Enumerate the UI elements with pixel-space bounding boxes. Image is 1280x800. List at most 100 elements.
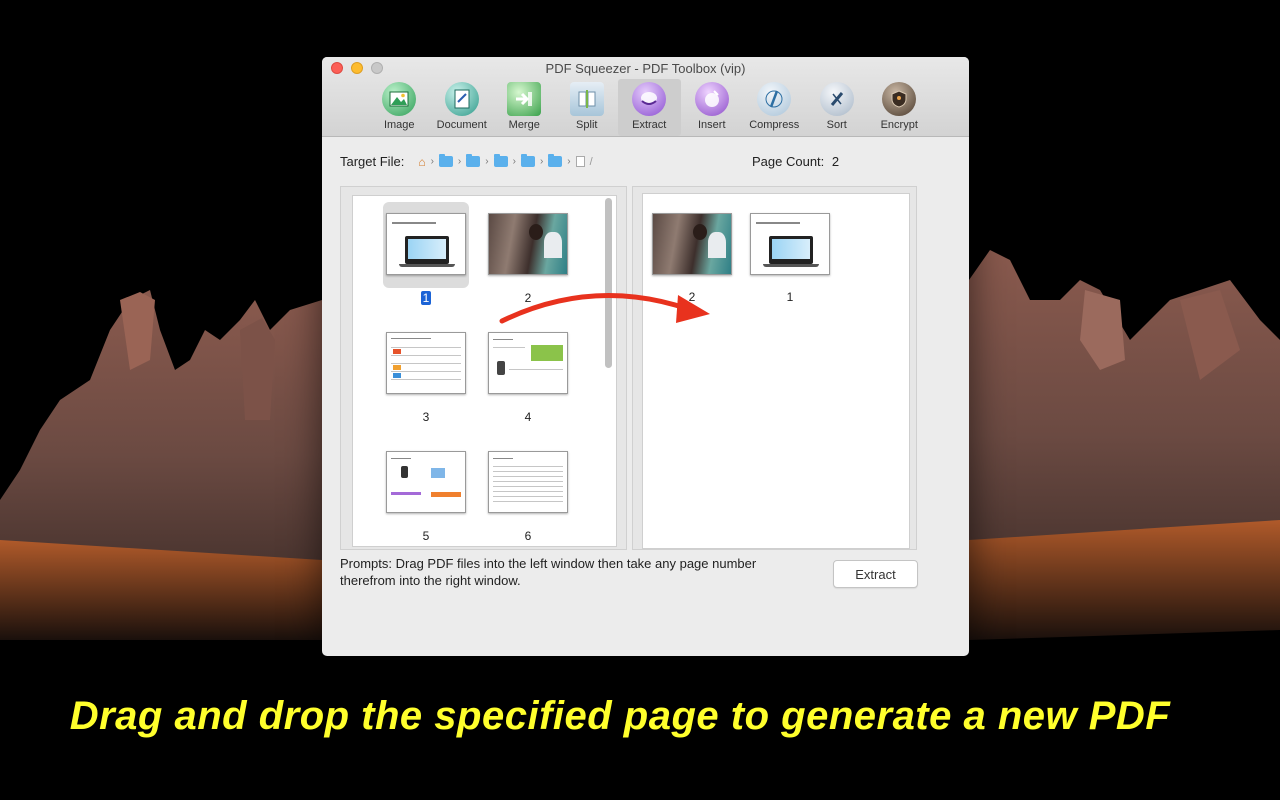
- thumb-purple-bar: [391, 492, 421, 495]
- insert-tool-icon: [694, 82, 729, 116]
- sort-tool-icon: [819, 82, 854, 116]
- thumb-row: [493, 476, 563, 477]
- laptop-base: [399, 264, 455, 267]
- thumb-row: [391, 379, 461, 380]
- source-pages-grid[interactable]: 1 2 3 4 5 6: [352, 195, 617, 547]
- thumb-row: [493, 486, 563, 487]
- thumb-row: [493, 466, 563, 467]
- toolbar-image-button[interactable]: Image: [368, 79, 431, 136]
- source-page-thumb-2[interactable]: [488, 213, 568, 275]
- file-icon[interactable]: [575, 156, 585, 167]
- thumb-chip: [393, 373, 401, 378]
- thumb-photo: [653, 214, 731, 274]
- path-separator: ›: [430, 156, 434, 167]
- extracted-page-thumb-2[interactable]: [652, 213, 732, 275]
- source-pages-scrollbar[interactable]: [605, 198, 612, 368]
- thumb-phone: [497, 361, 505, 375]
- thumb-orange-bar: [431, 492, 461, 497]
- target-file-path[interactable]: ⌂ › › › › › › /: [418, 154, 593, 169]
- extracted-page-thumb-1[interactable]: [750, 213, 830, 275]
- folder-icon[interactable]: [548, 154, 563, 167]
- thumb-heading: [756, 222, 800, 224]
- toolbar-insert-button[interactable]: Insert: [681, 79, 744, 136]
- target-file-label: Target File:: [340, 154, 405, 169]
- promo-caption: Drag and drop the specified page to gene…: [69, 694, 1171, 738]
- target-file-row: Target File: ⌂ › › › › › › /: [340, 154, 593, 169]
- page-count-value: 2: [831, 154, 840, 169]
- home-icon[interactable]: ⌂: [418, 155, 425, 169]
- source-page-thumb-1[interactable]: [386, 213, 466, 275]
- folder-icon[interactable]: [520, 154, 535, 167]
- toolbar-document-label: Document: [436, 119, 487, 131]
- thumb-chip: [393, 349, 401, 354]
- thumb-row: [509, 369, 563, 370]
- toolbar-insert-label: Insert: [697, 119, 726, 131]
- image-tool-icon: [382, 82, 417, 116]
- thumb-row: [493, 347, 525, 348]
- encrypt-tool-icon: [882, 82, 917, 116]
- source-page-number-6: 6: [524, 529, 532, 543]
- toolbar-encrypt-label: Encrypt: [880, 119, 918, 131]
- thumb-row: [493, 491, 563, 492]
- thumb-heading: [391, 458, 411, 459]
- source-page-number-5: 5: [422, 529, 430, 543]
- folder-icon[interactable]: [493, 154, 508, 167]
- thumb-row: [391, 355, 461, 356]
- source-pages-panel[interactable]: 1 2 3 4 5 6: [340, 186, 627, 550]
- laptop-illustration: [405, 236, 449, 264]
- thumb-phone: [401, 466, 408, 478]
- page-count-label: Page Count:: [752, 154, 825, 169]
- extracted-pages-panel[interactable]: 2 1: [632, 186, 917, 550]
- path-trailing-slash: /: [589, 155, 593, 168]
- extract-button[interactable]: Extract: [833, 560, 918, 588]
- path-separator: ›: [512, 156, 516, 167]
- toolbar-compress-label: Compress: [749, 119, 800, 131]
- toolbar-encrypt-button[interactable]: Encrypt: [868, 79, 931, 136]
- thumb-green-block: [531, 345, 563, 361]
- source-page-thumb-3[interactable]: [386, 332, 466, 394]
- toolbar-extract-button[interactable]: Extract: [618, 79, 681, 136]
- toolbar-split-button[interactable]: Split: [556, 79, 619, 136]
- thumb-row: [493, 496, 563, 497]
- drag-arrow-icon: [499, 293, 710, 324]
- thumb-chip: [393, 365, 401, 370]
- prompt-text: Prompts: Drag PDF files into the left wi…: [340, 556, 757, 588]
- toolbar-sort-button[interactable]: Sort: [806, 79, 869, 136]
- toolbar-merge-button[interactable]: Merge: [493, 79, 556, 136]
- page-count: Page Count: 2: [752, 154, 839, 169]
- compress-tool-icon: [757, 82, 792, 116]
- toolbar-compress-button[interactable]: Compress: [743, 79, 806, 136]
- laptop-illustration: [769, 236, 813, 264]
- path-separator: ›: [485, 156, 489, 167]
- extracted-page-number-1: 1: [786, 290, 794, 304]
- laptop-base: [763, 264, 819, 267]
- toolbar-merge-label: Merge: [508, 119, 540, 131]
- folder-icon[interactable]: [438, 154, 453, 167]
- toolbar-image-label: Image: [383, 119, 415, 131]
- folder-icon[interactable]: [466, 154, 481, 167]
- thumb-row: [493, 501, 563, 502]
- source-page-thumb-4[interactable]: [488, 332, 568, 394]
- source-page-number-3: 3: [422, 410, 430, 424]
- path-separator: ›: [457, 156, 462, 167]
- source-page-thumb-6[interactable]: [488, 451, 568, 513]
- toolbar-document-button[interactable]: Document: [431, 79, 494, 136]
- path-separator: ›: [539, 156, 544, 167]
- source-page-number-1: 1: [420, 291, 432, 305]
- title-bar: PDF Squeezer - PDF Toolbox (vip) Image D…: [322, 57, 969, 137]
- thumb-heading: [493, 458, 513, 459]
- path-separator: ›: [567, 156, 571, 167]
- source-page-thumb-5[interactable]: [386, 451, 466, 513]
- thumb-photo: [489, 214, 567, 274]
- extracted-pages-grid[interactable]: 2 1: [642, 193, 910, 549]
- document-tool-icon: [444, 82, 479, 116]
- thumb-heading: [493, 339, 513, 340]
- toolbar: Image Document Merge Split Extract Inser…: [368, 79, 931, 136]
- thumb-heading: [392, 222, 436, 224]
- toolbar-sort-label: Sort: [826, 119, 847, 131]
- thumb-row: [391, 347, 461, 348]
- toolbar-split-label: Split: [576, 119, 598, 131]
- app-window: PDF Squeezer - PDF Toolbox (vip) Image D…: [322, 57, 969, 656]
- thumb-heading: [391, 338, 431, 339]
- thumb-row: [493, 471, 563, 472]
